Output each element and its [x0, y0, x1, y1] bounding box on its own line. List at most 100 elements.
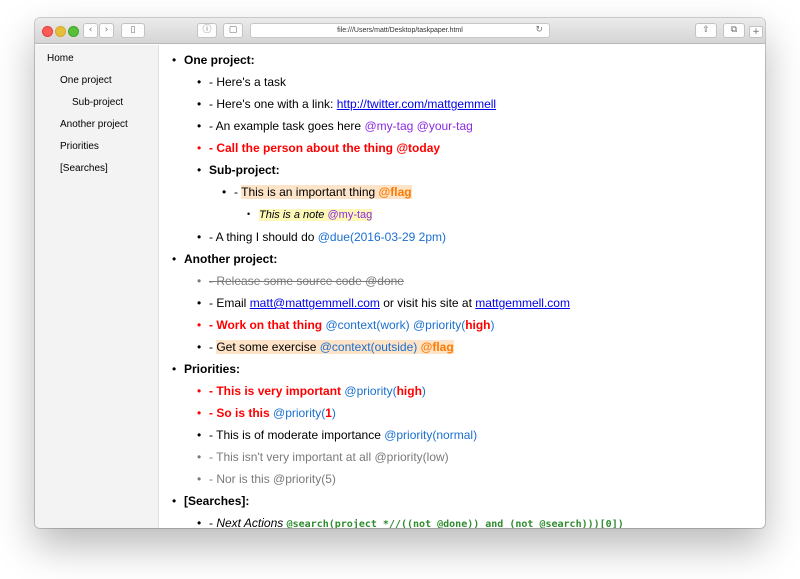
task-item: - An example task goes here @my-tag @you…	[209, 118, 473, 134]
note-highlight: This is a note @my-tag	[259, 209, 373, 221]
task-item-done: - Release some source code @done	[209, 273, 404, 289]
lock-icon: ▢	[228, 25, 238, 35]
project-title: [Searches]:	[184, 494, 250, 508]
twitter-link[interactable]: http://twitter.com/mattgemmell	[337, 97, 496, 111]
priority-tag-close: )	[421, 384, 426, 398]
share-button[interactable]: ⇪	[695, 23, 717, 38]
reload-icon[interactable]: ↻	[535, 25, 543, 35]
task-bullet: •	[197, 428, 202, 442]
chevron-right-icon: ›	[104, 25, 109, 35]
flagged-highlight: This is an important thing @flag	[241, 185, 412, 199]
info-icon: ⓘ	[202, 25, 212, 35]
email-link[interactable]: matt@mattgemmell.com	[250, 296, 380, 310]
task-dash: -	[209, 230, 216, 244]
task-bullet: •	[197, 450, 202, 464]
back-button[interactable]: ‹	[83, 23, 98, 38]
note-bullet: •	[247, 209, 251, 219]
website-link[interactable]: mattgemmell.com	[475, 296, 570, 310]
task-bullet: •	[197, 274, 202, 288]
note-item: This is a note @my-tag	[259, 206, 373, 223]
task-text: Release some source code @done	[216, 274, 404, 288]
minimize-window-button[interactable]	[55, 26, 66, 37]
task-text: This is of moderate importance	[216, 428, 385, 442]
priority-value: high	[396, 384, 422, 398]
task-bullet: •	[197, 516, 202, 528]
flag-tag: @flag	[420, 340, 454, 354]
task-text: This isn't very important at all @priori…	[216, 450, 449, 464]
project-bullet: •	[172, 252, 177, 266]
task-text: Work on that thing	[216, 318, 326, 332]
task-item: - Email matt@mattgemmell.com or visit hi…	[209, 295, 570, 311]
task-text: A thing I should do	[215, 230, 318, 244]
project-title: One project:	[184, 53, 255, 67]
browser-window: ‹ › ▯ ⓘ ▢ file:///Users/matt/Desktop/tas…	[35, 18, 765, 528]
sidebar-icon: ▯	[130, 25, 136, 35]
task-item-low-priority: - Nor is this @priority(5)	[209, 471, 336, 487]
task-text: Call the person about the thing @today	[216, 141, 441, 155]
close-window-button[interactable]	[42, 26, 53, 37]
task-item-flagged: - This is an important thing @flag	[234, 184, 412, 200]
task-bullet: •	[197, 472, 202, 486]
priority-tag-close: )	[490, 318, 495, 332]
plus-icon: +	[752, 26, 760, 37]
task-bullet: •	[197, 97, 202, 111]
sidebar-item-sub-project[interactable]: Sub-project	[72, 97, 123, 108]
task-text: So is this	[216, 406, 274, 420]
task-item-high-priority: - Work on that thing @context(work) @pri…	[209, 317, 495, 333]
task-item-flagged: - Get some exercise @context(outside) @f…	[209, 339, 454, 355]
task-item-high-priority: - This is very important @priority(high)	[209, 383, 426, 399]
task-bullet: •	[197, 75, 202, 89]
security-button[interactable]: ▢	[223, 23, 243, 38]
project-bullet: •	[197, 163, 202, 177]
task-text: or visit his site at	[379, 296, 476, 310]
sidebar-item-home[interactable]: Home	[47, 53, 74, 64]
task-item: - Here's a task	[209, 74, 286, 90]
sidebar-item-one-project[interactable]: One project	[60, 75, 112, 86]
task-text: This is an important thing	[241, 185, 379, 199]
show-tabs-button[interactable]: ⧉	[723, 23, 745, 38]
project-bullet: •	[172, 53, 177, 67]
search-name: Next Actions	[216, 516, 287, 528]
context-tag: @context(outside)	[319, 340, 418, 354]
sidebar-item-searches[interactable]: [Searches]	[60, 163, 108, 174]
task-text: An example task goes here	[215, 119, 365, 133]
task-text: Here's one with a link:	[216, 97, 337, 111]
share-icon: ⇪	[702, 25, 710, 35]
task-bullet: •	[197, 318, 202, 332]
flagged-highlight: Get some exercise @context(outside) @fla…	[216, 340, 454, 354]
task-item-low-priority: - This isn't very important at all @prio…	[209, 449, 449, 465]
priority-tag-close: )	[331, 406, 336, 420]
new-tab-button[interactable]: +	[749, 26, 763, 38]
task-bullet: •	[197, 384, 202, 398]
document-content: • One project: • - Here's a task • - Her…	[159, 45, 765, 528]
priority-value: high	[465, 318, 491, 332]
tag: @your-tag	[416, 119, 473, 133]
task-bullet: •	[222, 185, 227, 199]
search-query: @search(project *//((not @done)) and (no…	[286, 519, 624, 528]
sidebar-item-another-project[interactable]: Another project	[60, 119, 128, 130]
priority-tag-open: @priority(	[344, 384, 397, 398]
task-text: Email	[216, 296, 250, 310]
forward-button[interactable]: ›	[99, 23, 114, 38]
url-text: file:///Users/matt/Desktop/taskpaper.htm…	[337, 27, 463, 34]
address-bar[interactable]: file:///Users/matt/Desktop/taskpaper.htm…	[250, 23, 550, 38]
project-bullet: •	[172, 494, 177, 508]
note-text: This is a note	[259, 209, 328, 221]
task-bullet: •	[197, 406, 202, 420]
task-item: - Here's one with a link: http://twitter…	[209, 96, 496, 112]
task-text: Nor is this @priority(5)	[216, 472, 336, 486]
sidebar-item-priorities[interactable]: Priorities	[60, 141, 99, 152]
tag: @my-tag	[327, 209, 373, 221]
chevron-left-icon: ‹	[88, 25, 93, 35]
task-text: This is very important	[216, 384, 345, 398]
task-bullet: •	[197, 230, 202, 244]
tabs-icon: ⧉	[730, 25, 738, 35]
project-bullet: •	[172, 362, 177, 376]
tag: @my-tag	[364, 119, 414, 133]
sidebar-toggle-button[interactable]: ▯	[121, 23, 145, 38]
priority-tag: @priority(normal)	[384, 428, 478, 442]
zoom-window-button[interactable]	[68, 26, 79, 37]
info-button[interactable]: ⓘ	[197, 23, 217, 38]
task-dash: -	[209, 119, 216, 133]
browser-toolbar: ‹ › ▯ ⓘ ▢ file:///Users/matt/Desktop/tas…	[35, 18, 765, 44]
